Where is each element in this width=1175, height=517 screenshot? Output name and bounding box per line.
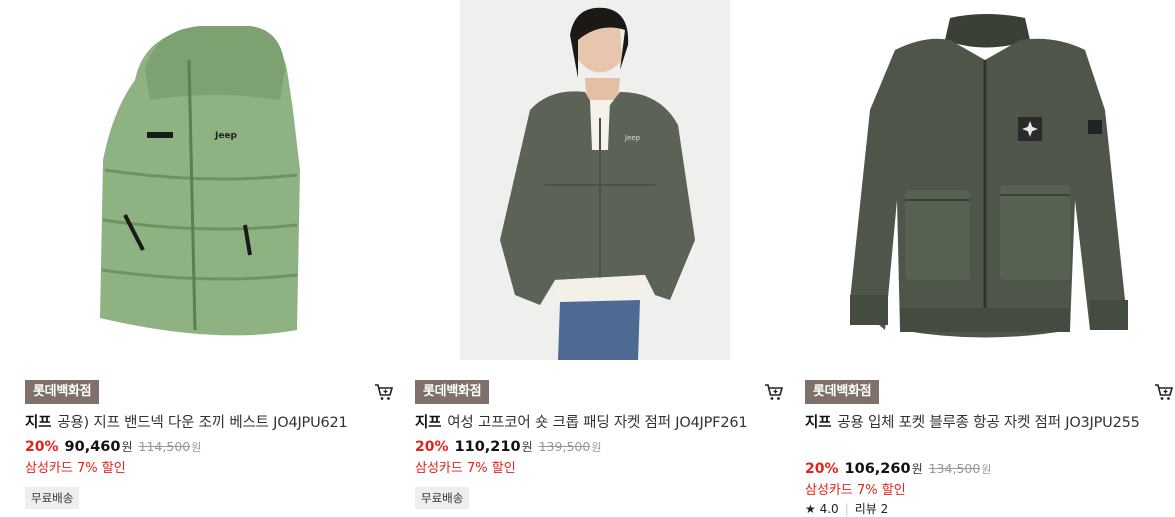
product-card[interactable]: Jeep 롯데백화점 지프 공용) 지프 밴드넥 다운 조끼 베스트 JO4JPU… bbox=[25, 0, 395, 513]
product-title[interactable]: 지프 공용 입체 포켓 블루종 항공 자켓 점퍼 JO3JPU255 bbox=[805, 412, 1175, 434]
review-count[interactable]: 리뷰 2 bbox=[855, 502, 889, 516]
store-badge: 롯데백화점 bbox=[415, 380, 490, 404]
card-discount: 삼성카드 7% 할인 bbox=[805, 483, 906, 498]
currency-label: 원 bbox=[911, 462, 923, 476]
sale-price: 106,260 bbox=[844, 461, 911, 477]
brand-name: 지프 bbox=[25, 415, 52, 431]
rating-row: ★ 4.0 | 리뷰 2 bbox=[805, 502, 889, 516]
product-name: 공용 입체 포켓 블루종 항공 자켓 점퍼 JO3JPU255 bbox=[837, 415, 1140, 431]
model-jacket-illustration: Jeep bbox=[460, 0, 730, 360]
brand-name: 지프 bbox=[415, 415, 442, 431]
free-shipping-badge: 무료배송 bbox=[25, 487, 80, 509]
card-discount: 삼성카드 7% 할인 bbox=[415, 461, 516, 476]
star-icon: ★ bbox=[805, 502, 816, 516]
product-image-jacket-model[interactable]: Jeep bbox=[460, 0, 730, 360]
product-name: 여성 고프코어 숏 크롭 패딩 자켓 점퍼 JO4JPF261 bbox=[447, 415, 748, 431]
product-card[interactable]: Jeep 롯데백화점 지프 여성 고프코어 숏 크롭 패딩 자켓 점퍼 JO4JP… bbox=[415, 0, 785, 513]
sale-price: 90,460 bbox=[64, 439, 121, 455]
discount-rate: 20% bbox=[415, 439, 449, 455]
original-price: 134,500 bbox=[928, 461, 981, 476]
price-row: 20% 90,460원 114,500원 bbox=[25, 438, 201, 455]
product-title[interactable]: 지프 공용) 지프 밴드넥 다운 조끼 베스트 JO4JPU621 bbox=[25, 412, 395, 434]
product-image-bomber[interactable] bbox=[805, 0, 1175, 360]
card-discount: 삼성카드 7% 할인 bbox=[25, 461, 126, 476]
store-badge: 롯데백화점 bbox=[25, 380, 100, 404]
bomber-jacket-illustration bbox=[850, 14, 1128, 338]
original-currency-label: 원 bbox=[191, 441, 202, 454]
price-row: 20% 106,260원 134,500원 bbox=[805, 460, 991, 477]
store-badge: 롯데백화점 bbox=[805, 380, 880, 404]
product-card[interactable]: 롯데백화점 지프 공용 입체 포켓 블루종 항공 자켓 점퍼 JO3JPU255 … bbox=[805, 0, 1175, 516]
cart-icon[interactable] bbox=[373, 381, 395, 403]
cart-icon[interactable] bbox=[1153, 381, 1175, 403]
discount-rate: 20% bbox=[25, 439, 59, 455]
currency-label: 원 bbox=[121, 440, 133, 454]
cart-icon[interactable] bbox=[763, 381, 785, 403]
product-title[interactable]: 지프 여성 고프코어 숏 크롭 패딩 자켓 점퍼 JO4JPF261 bbox=[415, 412, 785, 434]
original-price: 114,500 bbox=[138, 439, 191, 454]
currency-label: 원 bbox=[521, 440, 533, 454]
free-shipping-badge: 무료배송 bbox=[415, 487, 470, 509]
svg-text:Jeep: Jeep bbox=[214, 131, 238, 141]
product-name: 공용) 지프 밴드넥 다운 조끼 베스트 JO4JPU621 bbox=[57, 415, 348, 431]
product-image-vest[interactable]: Jeep bbox=[25, 0, 395, 360]
rating-value: 4.0 bbox=[819, 502, 839, 516]
original-price: 139,500 bbox=[538, 439, 591, 454]
green-vest-illustration: Jeep bbox=[100, 26, 300, 336]
discount-rate: 20% bbox=[805, 461, 839, 477]
original-currency-label: 원 bbox=[591, 441, 602, 454]
svg-text:Jeep: Jeep bbox=[624, 134, 641, 142]
price-row: 20% 110,210원 139,500원 bbox=[415, 438, 601, 455]
brand-name: 지프 bbox=[805, 415, 832, 431]
original-currency-label: 원 bbox=[981, 463, 992, 476]
sale-price: 110,210 bbox=[454, 439, 521, 455]
